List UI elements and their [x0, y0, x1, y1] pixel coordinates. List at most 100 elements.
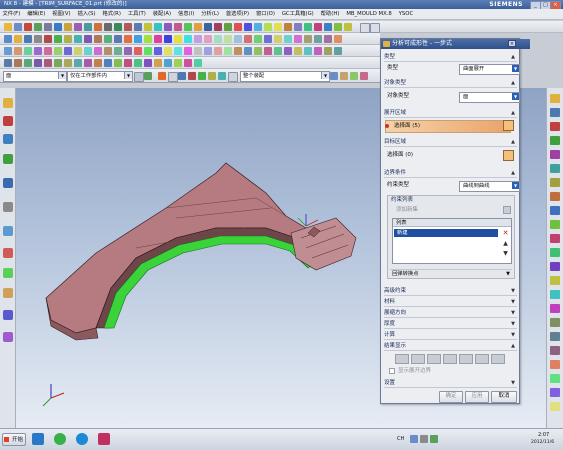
chamfer-icon[interactable]	[164, 23, 172, 31]
assembly-navigator-icon[interactable]	[314, 35, 322, 43]
view-trimetric-icon[interactable]	[144, 35, 152, 43]
snap-options-icon[interactable]	[168, 72, 178, 82]
existing-point-icon[interactable]	[94, 59, 102, 67]
project-curve-icon[interactable]	[94, 23, 102, 31]
show-flattened-checkbox[interactable]	[389, 368, 395, 374]
pan-icon[interactable]	[114, 35, 122, 43]
menu-gc-toolkit[interactable]: GC工具箱(G)	[279, 9, 316, 20]
section-thickness-header[interactable]: 厚度 ▼	[384, 320, 517, 329]
flatten-display-icon[interactable]	[443, 354, 457, 364]
studio-surface-icon[interactable]	[344, 23, 352, 31]
formability-icon[interactable]	[134, 47, 142, 55]
part-navigator-icon[interactable]	[3, 134, 13, 144]
flange-icon[interactable]	[84, 47, 92, 55]
menu-tools[interactable]: 工具(T)	[125, 9, 148, 20]
measure-distance-icon[interactable]	[204, 35, 212, 43]
edge-analysis-icon[interactable]	[284, 47, 292, 55]
datum-plane-icon[interactable]	[264, 35, 272, 43]
browser-taskbar-icon[interactable]	[54, 433, 66, 445]
feature-rule-icon[interactable]	[184, 59, 192, 67]
check-mate-icon[interactable]	[550, 276, 560, 285]
face-analysis-icon[interactable]	[274, 47, 282, 55]
wireframe-icon[interactable]	[134, 35, 142, 43]
app-taskbar-icon[interactable]	[76, 433, 88, 445]
strain-display-icon[interactable]	[411, 354, 425, 364]
manufacturing-wizard-icon[interactable]	[3, 288, 13, 298]
face-rule-icon[interactable]	[164, 59, 172, 67]
history-icon[interactable]	[334, 35, 342, 43]
report-display-icon[interactable]	[475, 354, 489, 364]
sketch-icon[interactable]	[4, 23, 12, 31]
menu-assemblies[interactable]: 装配(A)	[150, 9, 173, 20]
work-layer-icon[interactable]	[330, 72, 338, 80]
menu-analysis[interactable]: 分析(L)	[199, 9, 222, 20]
divide-face-icon[interactable]	[64, 47, 72, 55]
menu-preferences[interactable]: 首选项(P)	[223, 9, 251, 20]
delete-icon[interactable]	[74, 35, 82, 43]
subtract-icon[interactable]	[214, 23, 222, 31]
view-front-icon[interactable]	[164, 35, 172, 43]
reuse-library-icon[interactable]	[3, 154, 13, 164]
extension-icon[interactable]	[14, 47, 22, 55]
quality-icon[interactable]	[550, 304, 560, 313]
point-on-curve-icon[interactable]	[104, 59, 112, 67]
point-analysis-icon[interactable]	[294, 47, 302, 55]
check-icon[interactable]	[324, 47, 332, 55]
weld-icon[interactable]	[550, 178, 560, 187]
cut-icon[interactable]	[44, 35, 52, 43]
curve-rule-icon[interactable]	[154, 59, 162, 67]
examine-geometry-icon[interactable]	[314, 47, 322, 55]
snap-icon[interactable]	[24, 59, 32, 67]
stress-display-icon[interactable]	[427, 354, 441, 364]
invert-icon[interactable]	[208, 72, 216, 80]
shaded-icon[interactable]	[124, 35, 132, 43]
piping-icon[interactable]	[550, 220, 560, 229]
add-new-set-label[interactable]: 添加新集	[396, 206, 418, 214]
intersect-icon[interactable]	[224, 23, 232, 31]
highlight-lines-icon[interactable]	[234, 47, 242, 55]
section-result-header[interactable]: 结果显示 ▲	[384, 342, 517, 351]
offset-surface-icon[interactable]	[34, 47, 42, 55]
select-icon[interactable]	[4, 59, 12, 67]
through-curves-icon[interactable]	[334, 23, 342, 31]
datum-csys-icon[interactable]	[284, 35, 292, 43]
zoom-icon[interactable]	[94, 35, 102, 43]
arc-center-icon[interactable]	[74, 59, 82, 67]
electrode-icon[interactable]	[550, 136, 560, 145]
cancel-button[interactable]: 取消	[491, 391, 517, 403]
menu-insert[interactable]: 插入(S)	[75, 9, 98, 20]
point-icon[interactable]	[64, 23, 72, 31]
spline-icon[interactable]	[54, 23, 62, 31]
isolate-icon[interactable]	[218, 72, 226, 80]
offset-curve-icon[interactable]	[84, 23, 92, 31]
progressive-die-icon[interactable]	[550, 150, 560, 159]
new-icon[interactable]	[4, 35, 12, 43]
unfold-region-select-face[interactable]: 选择面 (5)	[385, 120, 511, 133]
die-design-icon[interactable]	[550, 122, 560, 131]
menu-edit[interactable]: 编辑(E)	[25, 9, 48, 20]
law-extension-icon[interactable]	[24, 47, 32, 55]
section-springback-header[interactable]: 回弹转换点 ▼	[390, 269, 512, 277]
blend-icon[interactable]	[154, 23, 162, 31]
line-icon[interactable]	[14, 23, 22, 31]
fit-icon[interactable]	[84, 35, 92, 43]
menu-format[interactable]: 格式(R)	[100, 9, 123, 20]
thickness-display-icon[interactable]	[395, 354, 409, 364]
delete-icon[interactable]: ✕	[501, 229, 510, 237]
nx-taskbar-icon[interactable]	[32, 433, 44, 445]
target-region-select-label[interactable]: 选择面 (0)	[387, 151, 413, 159]
pad-icon[interactable]	[264, 23, 272, 31]
mass-properties-icon[interactable]	[304, 47, 312, 55]
patch-icon[interactable]	[304, 23, 312, 31]
sm-icon[interactable]	[550, 94, 560, 103]
wcs-orient-icon[interactable]	[178, 72, 186, 80]
routing-icon[interactable]	[550, 192, 560, 201]
x-form-icon[interactable]	[114, 47, 122, 55]
body-rule-icon[interactable]	[174, 59, 182, 67]
section-analysis-icon[interactable]	[264, 47, 272, 55]
process-studio-icon[interactable]	[3, 268, 13, 278]
curve-icon[interactable]	[74, 23, 82, 31]
copy-icon[interactable]	[54, 35, 62, 43]
input-language-indicator[interactable]: CH	[397, 435, 404, 443]
i-form-icon[interactable]	[124, 47, 132, 55]
